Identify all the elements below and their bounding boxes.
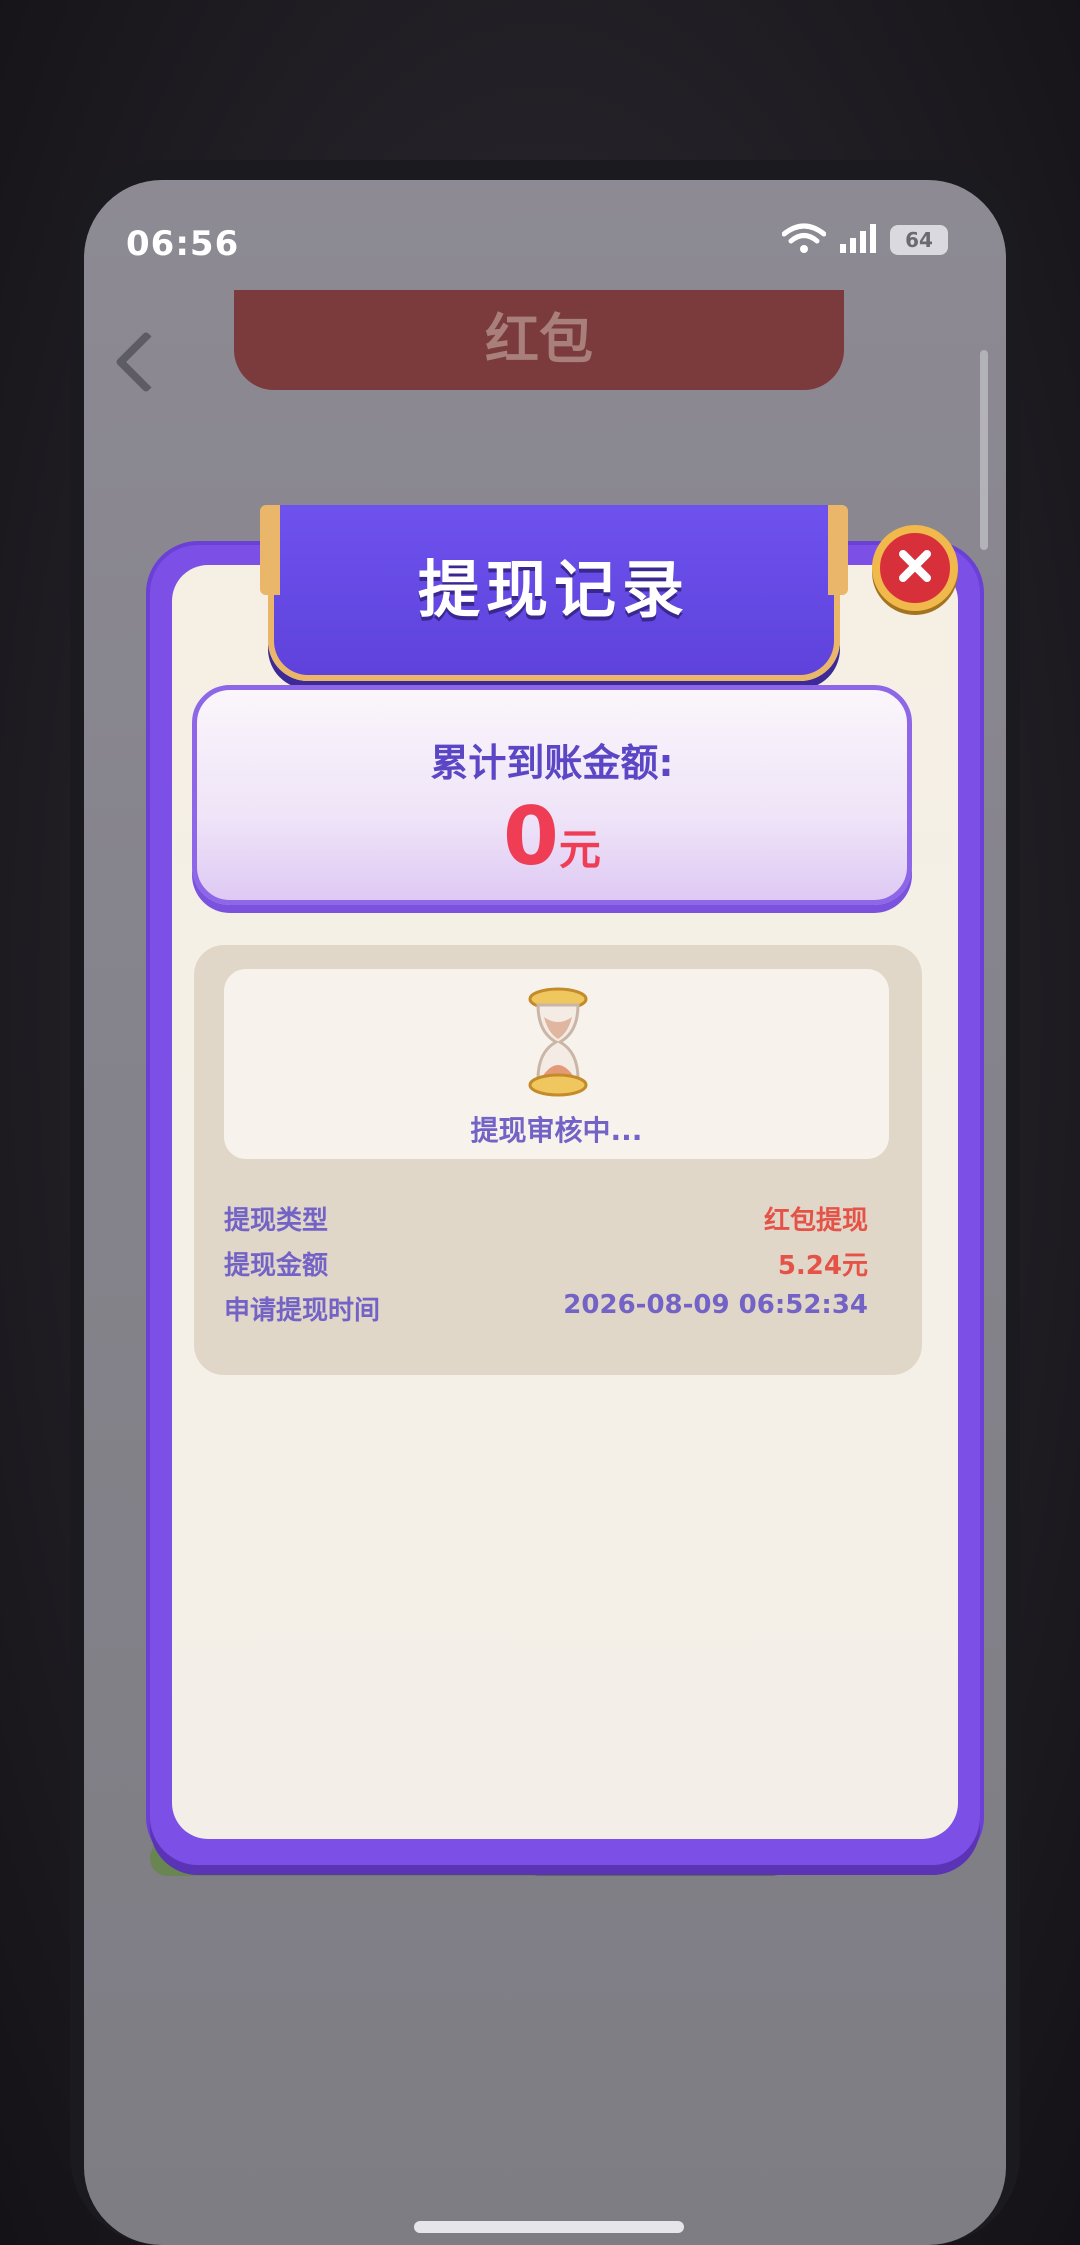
withdraw-record-item: 提现审核中... 提现类型 红包提现 提现金额 5.24元 申请提现时间 202… <box>194 945 922 1375</box>
scrollbar <box>980 350 988 550</box>
withdraw-amount-label: 提现金额 <box>224 1251 329 1281</box>
withdraw-amount-value: 5.24元 <box>777 1251 868 1281</box>
wifi-icon <box>781 222 827 258</box>
total-received-label: 累计到账金额: <box>430 741 674 785</box>
background-header: 红包 <box>234 290 844 390</box>
signal-icon <box>838 222 878 258</box>
withdraw-amount-row: 提现金额 5.24元 <box>224 1245 868 1285</box>
close-icon <box>895 546 935 590</box>
withdraw-type-row: 提现类型 红包提现 <box>224 1200 868 1240</box>
hourglass-icon <box>528 987 588 1097</box>
withdraw-type-value: 红包提现 <box>763 1206 868 1236</box>
withdraw-time-label: 申请提现时间 <box>224 1296 381 1326</box>
total-received-unit: 元 <box>558 825 601 874</box>
total-received-amount: 0 <box>503 790 559 883</box>
battery-icon: 64 <box>890 225 948 255</box>
total-received-card: 累计到账金额: 0元 <box>192 685 912 905</box>
withdraw-type-label: 提现类型 <box>224 1206 329 1236</box>
home-indicator[interactable] <box>414 2221 684 2233</box>
dialog-title: 提现记录 <box>417 553 690 626</box>
review-status-text: 提现审核中... <box>470 1114 643 1147</box>
status-time: 06:56 <box>126 224 240 264</box>
close-button[interactable] <box>872 525 958 611</box>
status-icons: 64 <box>781 222 948 258</box>
dialog-title-plate: 提现记录 <box>260 505 848 681</box>
status-bar: 06:56 64 <box>84 180 1006 290</box>
review-status-box: 提现审核中... <box>224 969 889 1159</box>
withdraw-time-value: 2026-08-09 06:52:34 <box>563 1290 868 1320</box>
withdraw-time-row: 申请提现时间 2026-08-09 06:52:34 <box>224 1290 868 1330</box>
back-arrow-icon <box>114 330 178 394</box>
total-received-amount-row: 0元 <box>197 790 907 883</box>
